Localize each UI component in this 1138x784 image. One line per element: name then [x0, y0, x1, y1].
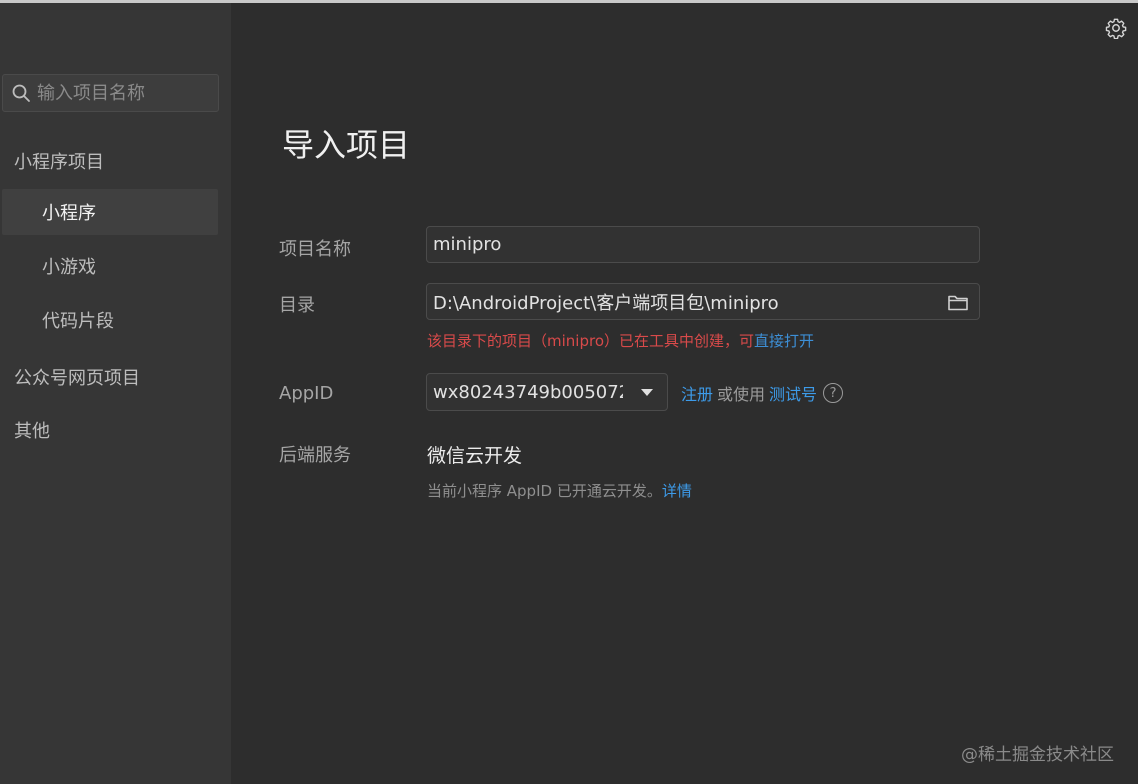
sidebar-item-miniprogram[interactable]: 小程序 — [2, 189, 218, 235]
sidebar: 小程序项目 小程序 小游戏 代码片段 公众号网页项目 其他 — [0, 3, 231, 784]
directory-label: 目录 — [279, 295, 315, 316]
backend-note-text: 当前小程序 AppID 已开通云开发。 — [427, 482, 662, 500]
directory-value: D:\AndroidProject\客户端项目包\minipro — [433, 292, 779, 314]
project-name-label: 项目名称 — [279, 239, 351, 260]
appid-value: wx80243749b005072c — [433, 381, 623, 403]
project-name-field[interactable]: minipro — [426, 226, 980, 263]
backend-note: 当前小程序 AppID 已开通云开发。详情 — [427, 480, 692, 501]
sidebar-item-label: 小程序 — [42, 203, 96, 224]
directory-error-text: 该目录下的项目（minipro）已在工具中创建，可 — [427, 332, 754, 350]
sidebar-item-label: 代码片段 — [42, 311, 114, 332]
or-use-text: 或使用 — [717, 385, 766, 404]
search-box[interactable] — [2, 74, 219, 112]
sidebar-item-label: 小游戏 — [42, 257, 96, 278]
register-link[interactable]: 注册 — [681, 381, 713, 405]
backend-label: 后端服务 — [279, 445, 351, 466]
test-account-link[interactable]: 测试号 — [769, 381, 817, 405]
appid-label: AppID — [279, 383, 334, 404]
sidebar-item-minigame[interactable]: 小游戏 — [2, 243, 218, 289]
open-directly-link[interactable]: 直接打开 — [754, 332, 814, 350]
backend-value: 微信云开发 — [427, 445, 523, 467]
project-name-value: minipro — [433, 234, 502, 255]
sidebar-item-code-snippet[interactable]: 代码片段 — [2, 297, 218, 343]
directory-field[interactable]: D:\AndroidProject\客户端项目包\minipro — [426, 283, 980, 320]
help-icon[interactable]: ? — [823, 383, 844, 403]
appid-select[interactable]: wx80243749b005072c — [426, 373, 668, 411]
main-panel: 导入项目 项目名称 minipro 目录 D:\AndroidProject\客… — [231, 3, 1138, 784]
appid-options: 注册 或使用 测试号 ? — [681, 381, 844, 405]
sidebar-group-miniprogram[interactable]: 小程序项目 — [14, 148, 104, 174]
watermark: @稀土掘金技术社区 — [961, 745, 1114, 765]
search-input[interactable] — [37, 82, 207, 104]
sidebar-group-other[interactable]: 其他 — [14, 417, 50, 443]
chevron-down-icon — [641, 389, 653, 396]
folder-icon[interactable] — [947, 292, 969, 312]
details-link[interactable]: 详情 — [662, 482, 692, 500]
directory-error-message: 该目录下的项目（minipro）已在工具中创建，可直接打开 — [427, 330, 814, 351]
search-icon — [12, 84, 30, 102]
page-title: 导入项目 — [282, 126, 411, 164]
gear-icon[interactable] — [1105, 17, 1127, 39]
sidebar-group-web[interactable]: 公众号网页项目 — [14, 364, 140, 390]
